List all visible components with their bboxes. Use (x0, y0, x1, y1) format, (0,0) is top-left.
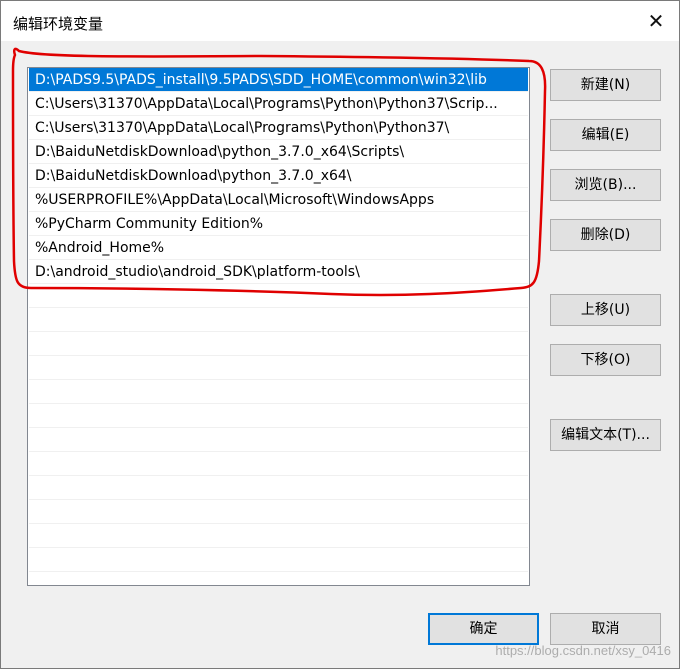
list-item[interactable]: D:\BaiduNetdiskDownload\python_3.7.0_x64… (29, 164, 528, 188)
empty-row[interactable] (29, 356, 528, 380)
empty-row[interactable] (29, 548, 528, 572)
close-icon[interactable]: ✕ (633, 1, 679, 41)
edit-env-var-dialog: 编辑环境变量 ✕ D:\PADS9.5\PADS_install\9.5PADS… (0, 0, 680, 669)
empty-row[interactable] (29, 332, 528, 356)
empty-row[interactable] (29, 404, 528, 428)
cancel-button[interactable]: 取消 (550, 613, 661, 645)
empty-row[interactable] (29, 452, 528, 476)
empty-row[interactable] (29, 284, 528, 308)
move-down-button[interactable]: 下移(O) (550, 344, 661, 376)
empty-row[interactable] (29, 476, 528, 500)
path-listbox[interactable]: D:\PADS9.5\PADS_install\9.5PADS\SDD_HOME… (27, 67, 530, 586)
empty-row[interactable] (29, 524, 528, 548)
browse-button[interactable]: 浏览(B)... (550, 169, 661, 201)
list-item[interactable]: %Android_Home% (29, 236, 528, 260)
watermark: https://blog.csdn.net/xsy_0416 (495, 643, 671, 658)
new-button[interactable]: 新建(N) (550, 69, 661, 101)
delete-button[interactable]: 删除(D) (550, 219, 661, 251)
list-item[interactable]: C:\Users\31370\AppData\Local\Programs\Py… (29, 92, 528, 116)
ok-button[interactable]: 确定 (428, 613, 539, 645)
list-item[interactable]: %USERPROFILE%\AppData\Local\Microsoft\Wi… (29, 188, 528, 212)
title-bar: 编辑环境变量 ✕ (1, 1, 679, 41)
empty-row[interactable] (29, 380, 528, 404)
list-item[interactable]: D:\BaiduNetdiskDownload\python_3.7.0_x64… (29, 140, 528, 164)
list-item[interactable]: D:\android_studio\android_SDK\platform-t… (29, 260, 528, 284)
empty-row[interactable] (29, 308, 528, 332)
empty-row[interactable] (29, 428, 528, 452)
empty-row[interactable] (29, 500, 528, 524)
list-item[interactable]: %PyCharm Community Edition% (29, 212, 528, 236)
move-up-button[interactable]: 上移(U) (550, 294, 661, 326)
edit-text-button[interactable]: 编辑文本(T)... (550, 419, 661, 451)
dialog-title: 编辑环境变量 (13, 15, 104, 33)
list-item[interactable]: C:\Users\31370\AppData\Local\Programs\Py… (29, 116, 528, 140)
edit-button[interactable]: 编辑(E) (550, 119, 661, 151)
list-item[interactable]: D:\PADS9.5\PADS_install\9.5PADS\SDD_HOME… (29, 68, 528, 92)
